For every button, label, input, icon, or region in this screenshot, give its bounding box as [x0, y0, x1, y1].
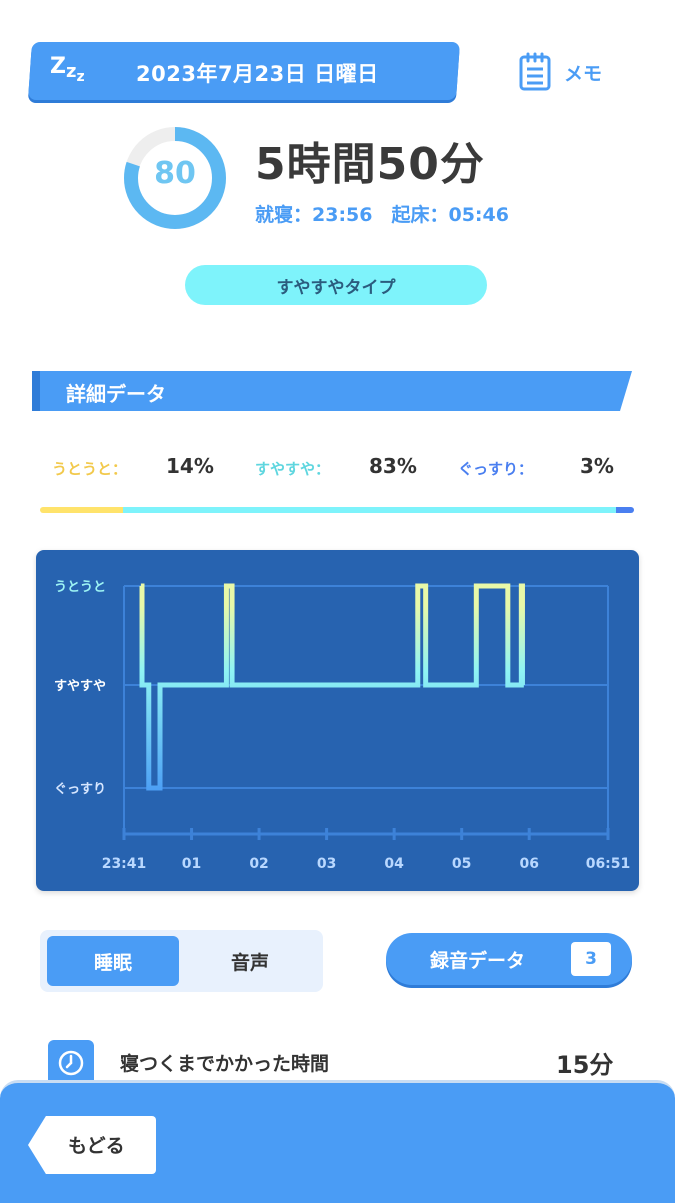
- section-title: 詳細データ: [66, 382, 166, 406]
- memo-label: メモ: [564, 62, 603, 85]
- sleep-duration: 5時間50分: [255, 139, 485, 190]
- section-accent: [32, 371, 40, 411]
- ratio-bar: [40, 507, 634, 513]
- x-tick-label: 06: [519, 856, 538, 872]
- back-label: もどる: [68, 1135, 125, 1157]
- bed-wake-times: 就寝：23:56 起床：05:46: [255, 204, 509, 226]
- recording-label: 録音データ: [430, 950, 526, 972]
- sleep-stage-line: [139, 583, 525, 791]
- ratio-seg-light: [40, 507, 124, 513]
- sleep-zzz-icon: Zzz: [50, 54, 85, 85]
- ratio-value-light: 14%: [166, 454, 214, 478]
- ratio-value-deep: 3%: [580, 454, 614, 478]
- sleep-latency-label: 寝つくまでかかった時間: [120, 1053, 330, 1075]
- ratio-value-normal: 83%: [369, 454, 417, 478]
- x-tick-label: 04: [384, 856, 404, 872]
- memo-icon: [519, 52, 551, 91]
- sleep-score: 80: [154, 156, 196, 191]
- x-tick-label: 03: [317, 856, 336, 872]
- y-tick-label: すやすや: [54, 679, 106, 694]
- tab-sound[interactable]: 音声: [183, 936, 317, 986]
- ratio-seg-deep: [616, 507, 634, 513]
- x-tick-label: 05: [452, 856, 471, 872]
- date-title: 2023年7月23日 日曜日: [136, 62, 379, 86]
- recording-count-badge: 3: [571, 942, 611, 976]
- x-tick-label: 02: [249, 856, 268, 872]
- y-tick-label: ぐっすり: [54, 782, 106, 797]
- y-tick-label: うとうと: [54, 580, 106, 595]
- ratio-seg-normal: [123, 507, 617, 513]
- x-tick-label: 23:41: [102, 856, 147, 872]
- sleep-latency-value: 15分: [556, 1051, 614, 1079]
- tab-sleep[interactable]: 睡眠: [47, 936, 179, 986]
- x-tick-label: 06:51: [586, 856, 631, 872]
- sleep-type-badge: すやすやタイプ: [185, 265, 487, 305]
- ratio-label-normal: すやすや：: [255, 460, 331, 478]
- ratio-label-deep: ぐっすり：: [458, 460, 534, 478]
- sleep-chart: うとうとすやすやぐっすり 23:41 01 02 03 04 05 06 06:51: [54, 580, 631, 872]
- x-tick-label: 01: [182, 856, 201, 872]
- memo-button[interactable]: メモ: [518, 50, 618, 94]
- ratio-label-light: うとうと：: [52, 460, 128, 478]
